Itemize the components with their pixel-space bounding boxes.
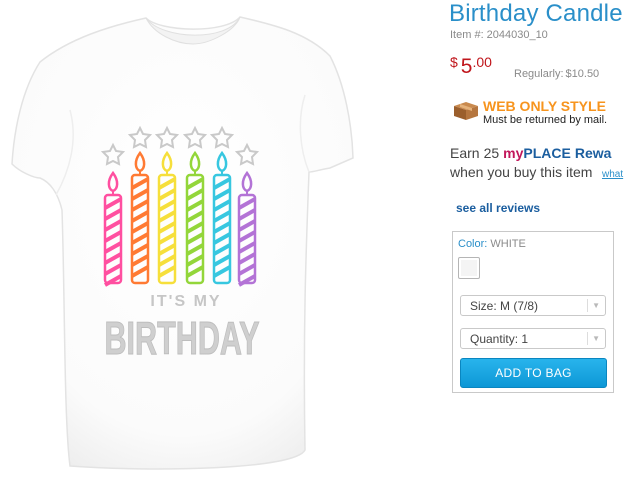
rewards-word: Rewa: [574, 145, 612, 161]
shirt-text-line1: IT'S MY: [150, 293, 221, 310]
rewards-brand-place: PLACE: [523, 145, 571, 161]
price-currency: $: [450, 54, 458, 70]
color-label-line: Color: WHITE: [458, 238, 526, 250]
sale-price: $5.00: [450, 54, 492, 79]
return-note: Must be returned by mail.: [483, 114, 608, 126]
regular-price-value: $10.50: [565, 68, 600, 80]
rewards-line-2: when you buy this item: [450, 164, 593, 180]
regular-price-label: Regularly:: [514, 68, 564, 80]
quantity-select-value: Quantity: 1: [470, 332, 529, 346]
chevron-down-icon: ▼: [592, 301, 600, 310]
regular-price: Regularly: $10.50: [514, 68, 601, 80]
web-only-title: WEB ONLY STYLE: [483, 98, 606, 114]
color-label: Color:: [458, 238, 488, 250]
add-to-bag-button[interactable]: ADD TO BAG: [460, 358, 607, 388]
shirt-text-line2: BIRTHDAY: [105, 312, 260, 364]
product-info-panel: Birthday Candle Item #: 2044030_10 $5.00 …: [449, 0, 626, 477]
select-divider: [587, 332, 588, 345]
rewards-brand-my: my: [503, 145, 524, 161]
select-divider: [587, 299, 588, 312]
color-swatch-white[interactable]: [458, 257, 480, 279]
size-select-value: Size: M (7/8): [470, 299, 539, 313]
item-number-label: Item #:: [450, 29, 484, 41]
color-value: WHITE: [490, 238, 526, 250]
product-image[interactable]: IT'S MY BIRTHDAY: [0, 0, 436, 477]
price-cents: .00: [472, 54, 492, 70]
tshirt-shape: [11, 16, 354, 470]
product-options-box: Color: WHITE Size: M (7/8) ▼ Quantity: 1…: [452, 231, 614, 393]
size-select[interactable]: Size: M (7/8) ▼: [460, 295, 606, 316]
quantity-select[interactable]: Quantity: 1 ▼: [460, 328, 606, 349]
item-number-value: 2044030_10: [486, 29, 548, 41]
shipping-box-icon: [454, 102, 478, 120]
see-all-reviews-link[interactable]: see all reviews: [456, 201, 540, 215]
rewards-line: Earn 25 myPLACE Rewa: [450, 145, 611, 161]
product-title: Birthday Candle: [449, 0, 623, 27]
rewards-points: 25: [483, 145, 500, 161]
rewards-earn: Earn: [450, 145, 480, 161]
price-whole: 5: [460, 55, 473, 78]
item-number: Item #: 2044030_10: [450, 29, 551, 41]
whats-this-link[interactable]: what: [602, 169, 623, 180]
chevron-down-icon: ▼: [592, 334, 600, 343]
